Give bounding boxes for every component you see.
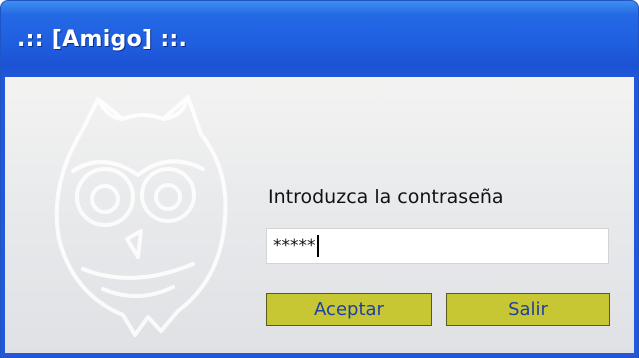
password-prompt-label: Introduzca la contraseña: [268, 186, 504, 208]
text-caret: [316, 235, 319, 257]
password-value: *****: [273, 236, 316, 256]
dialog-body: Introduzca la contraseña ***** Aceptar S…: [5, 77, 634, 353]
title-bar[interactable]: .:: [Amigo] ::.: [1, 1, 638, 77]
owl-icon: [54, 95, 228, 337]
window-title: .:: [Amigo] ::.: [17, 27, 188, 52]
password-field[interactable]: *****: [266, 228, 609, 264]
accept-button[interactable]: Aceptar: [266, 293, 432, 326]
exit-button[interactable]: Salir: [446, 293, 610, 326]
login-dialog: .:: [Amigo] ::. Introduzca la contraseña…: [0, 0, 639, 358]
